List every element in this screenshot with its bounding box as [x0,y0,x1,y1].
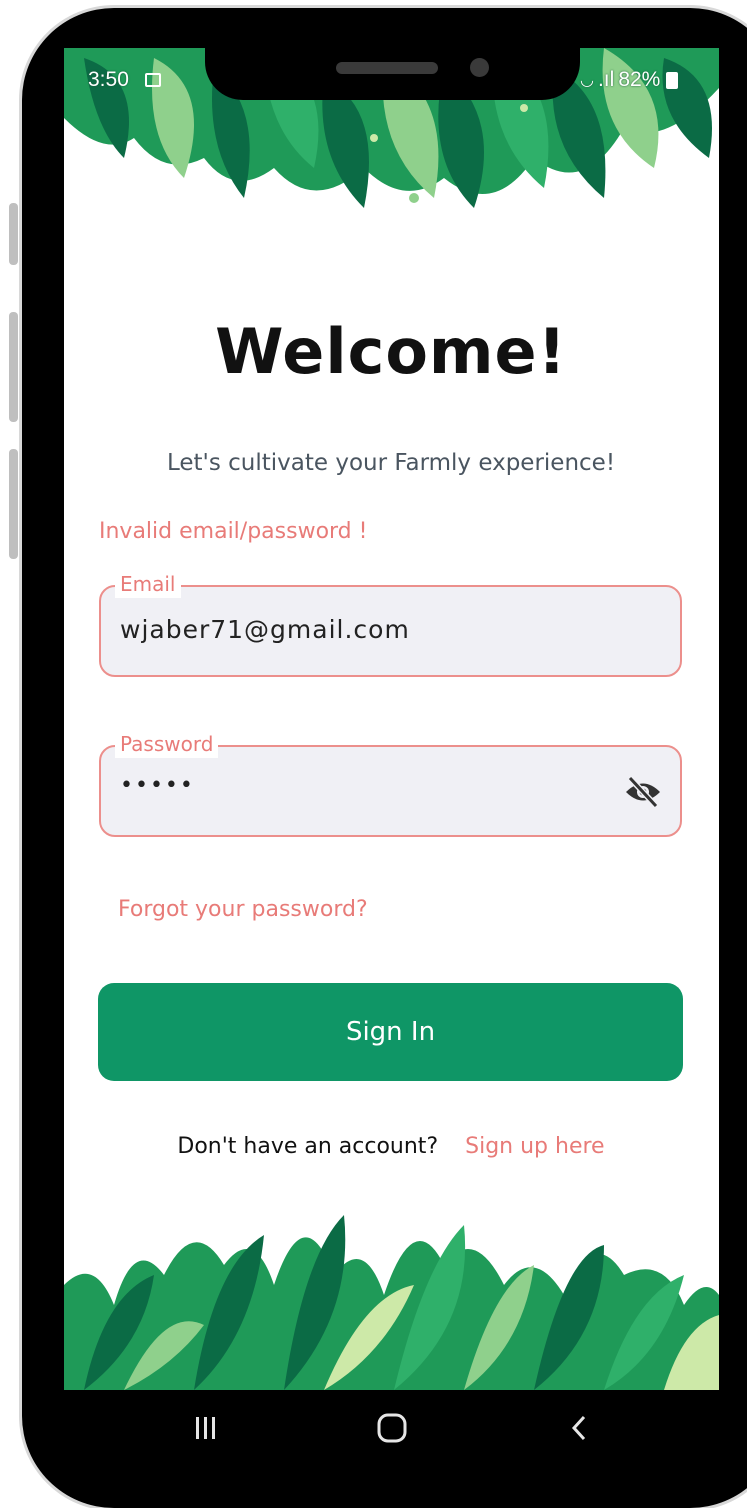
gallery-notification-icon [145,73,161,87]
login-error-message: Invalid email/password ! [99,519,368,544]
email-label: Email [115,570,181,598]
signup-question: Don't have an account? [177,1134,439,1159]
home-icon[interactable] [368,1406,416,1450]
signal-icon: .ıl [597,68,615,91]
status-time: 3:50 [88,68,129,91]
volume-button [9,203,18,265]
password-field[interactable]: Password ••••• [99,730,682,837]
password-label: Password [115,730,219,758]
wifi-icon: ◡ [580,72,594,89]
sign-in-button[interactable]: Sign In [98,983,683,1081]
recent-apps-icon[interactable] [182,1406,230,1450]
system-navigation-bar [64,1390,719,1466]
password-value[interactable]: ••••• [120,773,195,798]
sign-up-link[interactable]: Sign up here [465,1134,604,1159]
email-value[interactable]: wjaber71@gmail.com [120,615,410,644]
email-field[interactable]: Email wjaber71@gmail.com [99,570,682,677]
welcome-subtitle: Let's cultivate your Farmly experience! [166,450,616,476]
app-screen [64,48,719,1390]
front-camera [470,58,489,77]
bottom-foliage-decoration [64,1215,719,1390]
battery-icon [666,71,679,89]
eye-off-icon[interactable] [624,775,662,809]
status-indicators: ◡ .ıl 82% [580,68,679,92]
battery-percent: 82% [618,68,661,91]
welcome-title: Welcome! [215,315,567,388]
back-icon[interactable] [556,1406,604,1450]
earpiece-speaker [336,62,438,74]
signup-prompt-row: Don't have an account? Sign up here [0,1134,747,1159]
forgot-password-link[interactable]: Forgot your password? [118,897,368,922]
